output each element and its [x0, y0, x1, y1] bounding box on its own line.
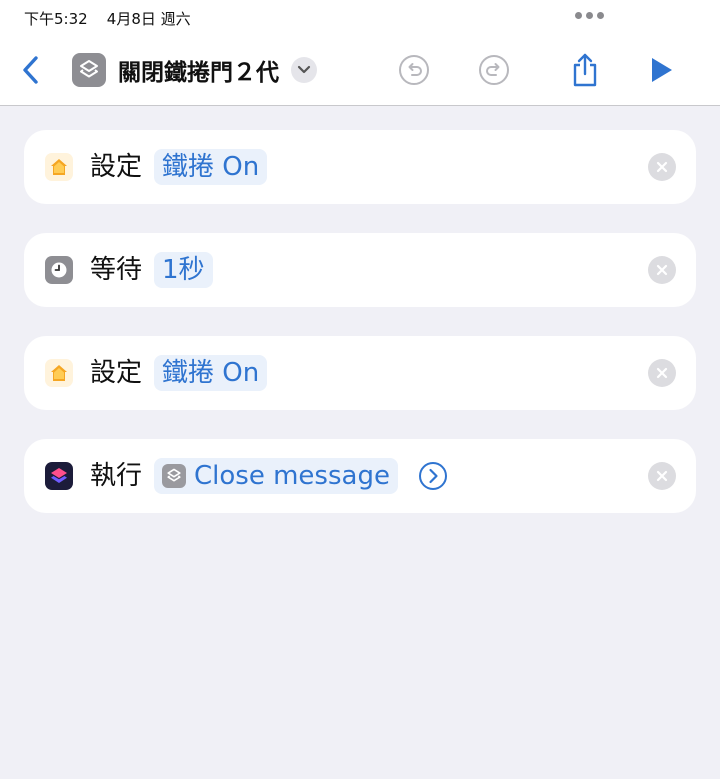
status-time: 下午5:32 4月8日 週六 [24, 8, 191, 29]
action-card-set-home[interactable]: 設定 鐵捲 On [24, 336, 696, 410]
parameter-token-duration[interactable]: 1秒 [154, 252, 213, 288]
parameter-token-accessory[interactable]: 鐵捲 On [154, 355, 268, 391]
chevron-right-circle-icon [419, 462, 447, 490]
remove-action-button[interactable] [648, 153, 676, 181]
share-icon [573, 53, 597, 87]
redo-icon [479, 55, 509, 85]
token-label: Close message [194, 461, 390, 491]
remove-action-button[interactable] [648, 256, 676, 284]
action-verb: 執行 [90, 461, 143, 491]
open-shortcut-button[interactable] [418, 461, 448, 491]
close-icon [656, 470, 668, 482]
run-button[interactable] [643, 52, 679, 88]
chevron-left-icon [23, 56, 38, 84]
action-verb: 設定 [90, 358, 143, 388]
shortcut-layers-icon [162, 464, 186, 488]
action-card-run-shortcut[interactable]: 執行 Close message [24, 439, 696, 513]
undo-button[interactable] [396, 52, 432, 88]
clock-icon [45, 256, 73, 284]
page-title: 關閉鐵捲門２代 [118, 60, 279, 86]
token-label: 1秒 [162, 255, 205, 285]
parameter-token-accessory[interactable]: 鐵捲 On [154, 149, 268, 185]
status-bar: 下午5:32 4月8日 週六 [0, 0, 720, 34]
play-icon [652, 58, 672, 82]
home-icon [45, 153, 73, 181]
chevron-down-icon[interactable] [291, 57, 317, 83]
close-icon [656, 264, 668, 276]
action-verb: 設定 [90, 152, 143, 182]
action-card-set-home[interactable]: 設定 鐵捲 On [24, 130, 696, 204]
multitasking-dots[interactable] [575, 12, 604, 19]
shortcut-title-menu[interactable]: 關閉鐵捲門２代 [72, 52, 317, 88]
close-icon [656, 161, 668, 173]
back-button[interactable] [14, 52, 46, 88]
status-date-text: 4月8日 週六 [106, 10, 191, 28]
status-time-text: 下午5:32 [24, 10, 88, 28]
remove-action-button[interactable] [648, 359, 676, 387]
undo-icon [399, 55, 429, 85]
shortcuts-icon [45, 462, 73, 490]
action-verb: 等待 [90, 255, 143, 285]
parameter-token-shortcut[interactable]: Close message [154, 458, 398, 494]
redo-button[interactable] [476, 52, 512, 88]
close-icon [656, 367, 668, 379]
shortcut-layers-icon [72, 53, 106, 87]
token-label: 鐵捲 On [162, 358, 260, 388]
share-button[interactable] [567, 52, 603, 88]
token-label: 鐵捲 On [162, 152, 260, 182]
editor-toolbar: 關閉鐵捲門２代 [0, 34, 720, 106]
remove-action-button[interactable] [648, 462, 676, 490]
action-card-wait[interactable]: 等待 1秒 [24, 233, 696, 307]
home-icon [45, 359, 73, 387]
